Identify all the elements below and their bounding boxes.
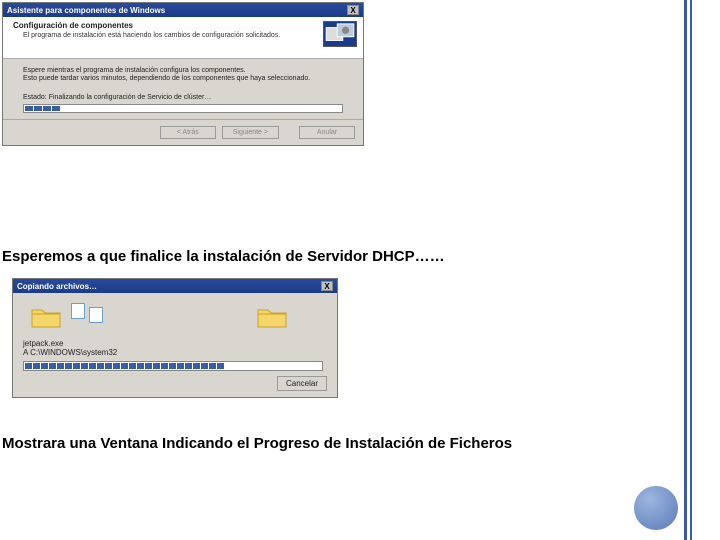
wizard-header: Configuración de componentes El programa… — [3, 17, 363, 59]
copy-cancel-button[interactable]: Cancelar — [277, 376, 327, 391]
progress-segment — [193, 363, 200, 369]
next-button[interactable]: Siguiente > — [222, 126, 279, 139]
copy-body: jetpack.exe A C:\WINDOWS\system32 — [13, 293, 337, 397]
wizard-title: Asistente para componentes de Windows — [7, 6, 165, 15]
close-icon[interactable]: X — [321, 281, 333, 291]
progress-segment — [129, 363, 136, 369]
progress-segment — [209, 363, 216, 369]
wizard-body-line2: Esto puede tardar varios minutos, depend… — [23, 75, 353, 83]
copy-animation — [23, 299, 327, 337]
progress-segment — [201, 363, 208, 369]
progress-segment — [105, 363, 112, 369]
copy-window: Copiando archivos… X jetpack.exe A C:\WI… — [12, 278, 338, 398]
progress-segment — [153, 363, 160, 369]
progress-bar — [23, 104, 343, 113]
copy-title: Copiando archivos… — [17, 282, 97, 291]
slide-right-border — [684, 0, 692, 540]
wizard-titlebar: Asistente para componentes de Windows X — [3, 3, 363, 17]
progress-segment — [177, 363, 184, 369]
progress-segment — [185, 363, 192, 369]
cancel-button[interactable]: Anular — [299, 126, 355, 139]
progress-segment — [81, 363, 88, 369]
copy-filename: jetpack.exe — [23, 339, 327, 348]
copy-path: A C:\WINDOWS\system32 — [23, 348, 327, 357]
progress-segment — [169, 363, 176, 369]
progress-segment — [65, 363, 72, 369]
folder-icon — [257, 305, 287, 329]
progress-segment — [52, 106, 60, 111]
folder-icon — [31, 305, 61, 329]
progress-segment — [34, 106, 42, 111]
status-text: Finalizando la configuración de Servicio… — [49, 94, 212, 101]
file-icon — [71, 303, 85, 319]
copy-progress-bar — [23, 361, 323, 371]
wizard-header-title: Configuración de componentes — [13, 21, 357, 30]
progress-segment — [161, 363, 168, 369]
file-icon — [89, 307, 103, 323]
copy-titlebar: Copiando archivos… X — [13, 279, 337, 293]
component-icon — [323, 21, 357, 47]
progress-segment — [49, 363, 56, 369]
progress-segment — [57, 363, 64, 369]
caption-wait-install: Esperemos a que finalice la instalación … — [2, 248, 445, 265]
progress-segment — [121, 363, 128, 369]
progress-segment — [25, 106, 33, 111]
caption-progress-window: Mostrara una Ventana Indicando el Progre… — [2, 435, 512, 452]
wizard-body: Espere mientras el programa de instalaci… — [3, 59, 363, 119]
progress-segment — [41, 363, 48, 369]
status-label: Estado: — [23, 94, 47, 101]
back-button[interactable]: < Atrás — [160, 126, 216, 139]
wizard-header-subtitle: El programa de instalación está haciendo… — [23, 32, 357, 40]
progress-segment — [113, 363, 120, 369]
close-icon[interactable]: X — [347, 5, 359, 15]
wizard-buttons: < Atrás Siguiente > Anular — [3, 119, 363, 145]
wizard-body-line1: Espere mientras el programa de instalaci… — [23, 67, 353, 75]
progress-segment — [97, 363, 104, 369]
progress-segment — [137, 363, 144, 369]
progress-segment — [73, 363, 80, 369]
wizard-window: Asistente para componentes de Windows X … — [2, 2, 364, 146]
slide-decoration-circle — [634, 486, 678, 530]
progress-segment — [89, 363, 96, 369]
progress-segment — [25, 363, 32, 369]
progress-segment — [217, 363, 224, 369]
progress-segment — [33, 363, 40, 369]
progress-segment — [43, 106, 51, 111]
status-row: Estado: Finalizando la configuración de … — [23, 94, 353, 101]
progress-segment — [145, 363, 152, 369]
